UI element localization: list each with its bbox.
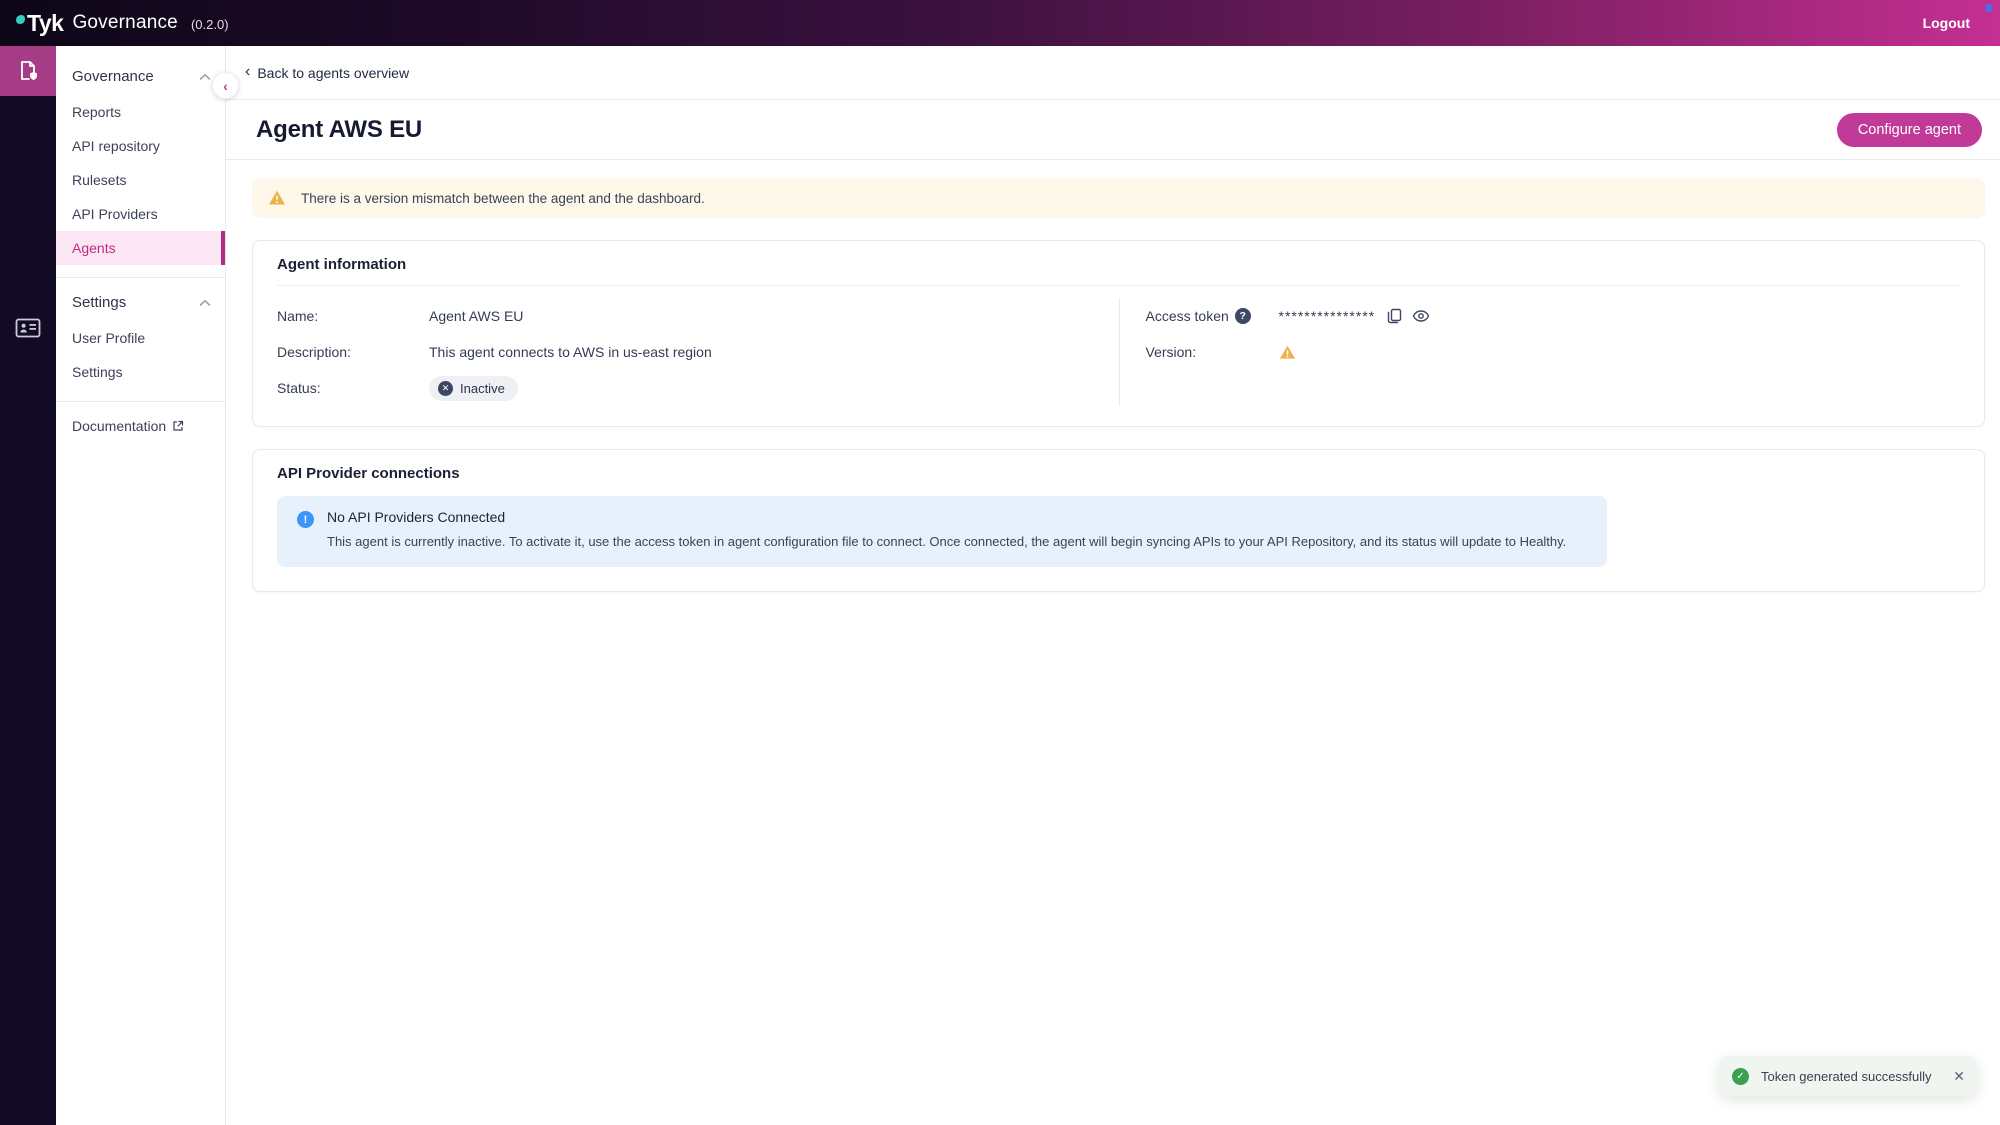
masked-token-text: ***************: [1279, 308, 1376, 324]
app-body: ‹ Governance Reports API repository Rule…: [0, 46, 2000, 1125]
document-shield-icon: [16, 59, 40, 83]
eye-icon: [1412, 309, 1430, 323]
status-badge: ✕ Inactive: [429, 376, 518, 401]
version-mismatch-text: There is a version mismatch between the …: [301, 191, 705, 206]
section-label: Settings: [72, 294, 126, 311]
version-warning-icon[interactable]: [1279, 344, 1296, 361]
success-toast: ✓ Token generated successfully ✕: [1719, 1056, 1977, 1096]
page-header: Agent AWS EU Configure agent: [226, 100, 2000, 160]
documentation-label: Documentation: [72, 418, 166, 434]
agent-info-grid: Name: Agent AWS EU Description: This age…: [253, 286, 1984, 426]
version-value: [1279, 344, 1296, 361]
access-token-value: ***************: [1279, 308, 1433, 324]
check-circle-icon: ✓: [1732, 1068, 1749, 1085]
chevron-up-icon: [199, 73, 211, 81]
description-label: Description:: [277, 344, 429, 360]
x-circle-icon: ✕: [438, 381, 453, 396]
content-area: There is a version mismatch between the …: [226, 160, 2000, 592]
warning-triangle-icon: [268, 189, 286, 207]
settings-items: User Profile Settings: [56, 321, 225, 397]
rail-item-profile[interactable]: [0, 310, 56, 346]
sidebar-section-governance[interactable]: Governance: [56, 58, 225, 95]
status-label: Status:: [277, 380, 429, 396]
version-label: Version:: [1146, 344, 1279, 360]
description-row: Description: This agent connects to AWS …: [277, 334, 1119, 370]
info-box-body: This agent is currently inactive. To act…: [327, 533, 1566, 552]
sidebar-item-api-repository[interactable]: API repository: [56, 129, 225, 163]
no-providers-info-box: ! No API Providers Connected This agent …: [277, 496, 1607, 567]
chevron-left-icon: ‹: [245, 64, 250, 80]
status-badge-text: Inactive: [460, 381, 505, 396]
toast-close-button[interactable]: ✕: [1953, 1069, 1965, 1083]
agent-info-left-column: Name: Agent AWS EU Description: This age…: [277, 298, 1119, 406]
sidebar-section-settings[interactable]: Settings: [56, 284, 225, 321]
sidebar-divider: [56, 401, 225, 402]
back-bar: ‹ Back to agents overview: [226, 46, 2000, 100]
sidebar-item-rulesets[interactable]: Rulesets: [56, 163, 225, 197]
main-content: ‹ Back to agents overview Agent AWS EU C…: [226, 46, 2000, 1125]
page-title: Agent AWS EU: [256, 116, 422, 144]
logout-button[interactable]: Logout: [1923, 15, 1970, 31]
configure-agent-button[interactable]: Configure agent: [1837, 113, 1982, 147]
version-label: (0.2.0): [191, 17, 229, 32]
access-token-row: Access token ? ***************: [1146, 298, 1961, 334]
agent-info-right-column: Access token ? ***************: [1119, 298, 1961, 406]
help-question-icon[interactable]: ?: [1235, 308, 1251, 324]
info-circle-icon: !: [297, 511, 314, 528]
agent-information-card: Agent information Name: Agent AWS EU Des…: [252, 240, 1985, 427]
access-token-label-wrap: Access token ?: [1146, 308, 1279, 324]
brand-name: Tyk: [27, 12, 63, 35]
api-provider-connections-card: API Provider connections ! No API Provid…: [252, 449, 1985, 592]
back-label: Back to agents overview: [257, 65, 409, 81]
sidebar: ‹ Governance Reports API repository Rule…: [56, 46, 226, 1125]
tyk-leaf-icon: [16, 15, 25, 24]
icon-rail: [0, 46, 56, 1125]
access-token-label: Access token: [1146, 308, 1229, 324]
product-name: Governance: [72, 12, 178, 34]
sidebar-item-user-profile[interactable]: User Profile: [56, 321, 225, 355]
description-value: This agent connects to AWS in us-east re…: [429, 344, 712, 360]
version-mismatch-banner: There is a version mismatch between the …: [252, 178, 1985, 218]
sidebar-item-documentation[interactable]: Documentation: [56, 408, 225, 444]
brand: Tyk Governance (0.2.0): [16, 12, 229, 35]
section-label: Governance: [72, 68, 154, 85]
governance-items: Reports API repository Rulesets API Prov…: [56, 95, 225, 273]
copy-icon: [1387, 308, 1402, 324]
top-bar: Tyk Governance (0.2.0) Logout: [0, 0, 2000, 46]
tyk-logo: Tyk: [16, 12, 63, 35]
id-card-icon: [15, 317, 41, 339]
copy-token-button[interactable]: [1385, 308, 1404, 324]
back-to-agents-link[interactable]: ‹ Back to agents overview: [245, 65, 409, 81]
info-box-content: No API Providers Connected This agent is…: [327, 509, 1566, 552]
toast-message: Token generated successfully: [1761, 1069, 1941, 1084]
sidebar-item-settings[interactable]: Settings: [56, 355, 225, 389]
sidebar-item-api-providers[interactable]: API Providers: [56, 197, 225, 231]
sidebar-item-agents[interactable]: Agents: [56, 231, 225, 265]
rail-item-governance[interactable]: [0, 46, 56, 96]
sidebar-collapse-button[interactable]: ‹: [212, 72, 239, 99]
reveal-token-button[interactable]: [1410, 309, 1432, 323]
name-label: Name:: [277, 308, 429, 324]
name-row: Name: Agent AWS EU: [277, 298, 1119, 334]
chevron-up-icon: [199, 299, 211, 307]
version-row: Version:: [1146, 334, 1961, 370]
sidebar-divider: [56, 277, 225, 278]
card-title: API Provider connections: [253, 450, 1984, 494]
status-row: Status: ✕ Inactive: [277, 370, 1119, 406]
chevron-left-icon: ‹: [223, 78, 228, 94]
recording-indicator-dot: [1985, 4, 1993, 12]
name-value: Agent AWS EU: [429, 308, 523, 324]
sidebar-item-reports[interactable]: Reports: [56, 95, 225, 129]
card-title: Agent information: [253, 241, 1984, 285]
external-link-icon: [172, 420, 184, 432]
info-box-title: No API Providers Connected: [327, 509, 1566, 525]
